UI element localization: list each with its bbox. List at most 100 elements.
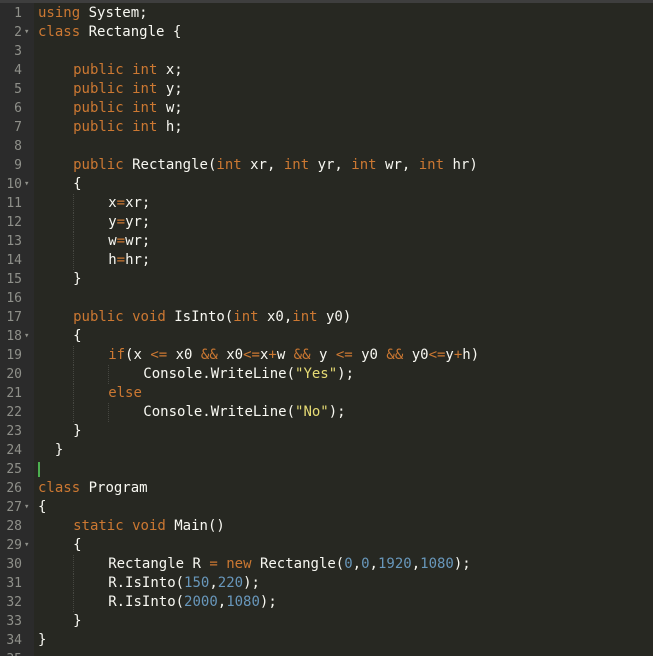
fold-arrow-icon[interactable]: ▾ xyxy=(24,175,32,194)
fold-arrow-icon[interactable]: ▾ xyxy=(24,23,32,42)
code-line[interactable]: 14 h=hr; xyxy=(0,251,653,270)
code-token: && xyxy=(200,347,218,363)
code-line[interactable]: 1 using System; xyxy=(0,4,653,23)
code-token: public xyxy=(73,119,124,135)
code-token: class xyxy=(38,24,81,40)
code-text: { xyxy=(73,175,81,194)
code-line[interactable]: 31 R.IsInto(150,220); xyxy=(0,574,653,593)
code-token: (x xyxy=(125,347,151,363)
code-line[interactable]: 28 static void Main() xyxy=(0,517,653,536)
code-line[interactable]: 7 public int h; xyxy=(0,118,653,137)
code-line[interactable]: 16 xyxy=(0,289,653,308)
code-token: + xyxy=(268,347,277,363)
code-text: public int w; xyxy=(73,99,183,118)
code-line[interactable]: 20 Console.WriteLine("Yes"); xyxy=(0,365,653,384)
code-line[interactable]: 11 x=xr; xyxy=(0,194,653,213)
code-token: Main() xyxy=(165,518,225,534)
code-line[interactable]: 35 xyxy=(0,650,653,656)
code-token: hr; xyxy=(125,252,151,268)
line-number: 21 xyxy=(6,386,22,401)
code-line[interactable]: 8 xyxy=(0,137,653,156)
code-line[interactable]: 4 public int x; xyxy=(0,61,653,80)
code-token: x0 xyxy=(167,347,201,363)
code-line[interactable]: 21 else xyxy=(0,384,653,403)
code-line[interactable]: 2 ▾ class Rectangle { xyxy=(0,23,653,42)
code-line[interactable]: 18 ▾ { xyxy=(0,327,653,346)
code-token: xr; xyxy=(125,195,151,211)
line-number: 13 xyxy=(6,234,22,249)
code-line[interactable]: 15} xyxy=(0,270,653,289)
code-token: = xyxy=(116,252,126,268)
code-line[interactable]: 32 R.IsInto(2000,1080); xyxy=(0,593,653,612)
code-token: } xyxy=(73,613,82,629)
code-token: void xyxy=(132,309,166,325)
code-line[interactable]: 22 Console.WriteLine("No"); xyxy=(0,403,653,422)
code-token: System; xyxy=(80,5,148,21)
code-token: y xyxy=(310,347,336,363)
code-line[interactable]: 12 y=yr; xyxy=(0,213,653,232)
code-line[interactable]: 5 public int y; xyxy=(0,80,653,99)
code-token: 0 xyxy=(361,556,370,572)
code-text: class Program xyxy=(38,479,148,498)
code-token: w xyxy=(108,233,117,249)
fold-arrow-icon[interactable]: ▾ xyxy=(24,536,32,555)
code-line[interactable]: 26 class Program xyxy=(0,479,653,498)
indent-guide xyxy=(73,213,75,232)
code-line[interactable]: 23} xyxy=(0,422,653,441)
code-token: ); xyxy=(328,404,346,420)
code-line[interactable]: 25 xyxy=(0,460,653,479)
line-number: 4 xyxy=(14,63,22,78)
line-number: 25 xyxy=(6,462,22,477)
code-token: int xyxy=(132,119,158,135)
code-line[interactable]: 24 } xyxy=(0,441,653,460)
code-line[interactable]: 3 xyxy=(0,42,653,61)
code-text: Console.WriteLine("Yes"); xyxy=(143,365,354,384)
code-text: { xyxy=(73,327,81,346)
code-token: int xyxy=(418,157,445,173)
code-token: public xyxy=(73,157,124,173)
code-token: , xyxy=(209,575,218,591)
fold-arrow-icon[interactable]: ▾ xyxy=(24,327,32,346)
code-line[interactable]: 30 Rectangle R = new Rectangle(0,0,1920,1… xyxy=(0,555,653,574)
code-line[interactable]: 34} xyxy=(0,631,653,650)
code-line[interactable]: 10 ▾ { xyxy=(0,175,653,194)
code-token: , xyxy=(369,556,378,572)
line-number: 34 xyxy=(6,633,22,648)
fold-arrow-icon[interactable]: ▾ xyxy=(24,498,32,517)
code-text: } xyxy=(73,612,81,631)
code-line[interactable]: 27 ▾ { xyxy=(0,498,653,517)
code-line[interactable]: 9 public Rectangle(int xr, int yr, int wr… xyxy=(0,156,653,175)
code-token: = xyxy=(116,214,126,230)
code-token: <= xyxy=(243,347,260,363)
code-line[interactable]: 33} xyxy=(0,612,653,631)
code-line[interactable]: 13 w=wr; xyxy=(0,232,653,251)
code-text: } xyxy=(73,422,81,441)
code-lines[interactable]: 1 using System; 2 ▾ class Rectangle {3 4 publi… xyxy=(0,4,653,656)
code-editor[interactable]: 1 using System; 2 ▾ class Rectangle {3 4 publi… xyxy=(0,0,653,656)
code-token: && xyxy=(293,347,311,363)
code-text: { xyxy=(73,536,81,555)
code-line[interactable]: 19 if(x <= x0 && x0<=x+w && y <= y0 && y0… xyxy=(0,346,653,365)
code-text: public int y; xyxy=(73,80,183,99)
line-number: 10 xyxy=(6,177,22,192)
code-line[interactable]: 6 public int w; xyxy=(0,99,653,118)
code-line[interactable]: 29 ▾ { xyxy=(0,536,653,555)
code-text: else xyxy=(108,384,142,403)
code-line[interactable]: 17 public void IsInto(int x0,int y0) xyxy=(0,308,653,327)
indent-guide xyxy=(73,574,75,593)
indent-guide xyxy=(73,251,75,270)
line-number: 35 xyxy=(0,650,22,656)
code-token: = xyxy=(116,195,126,211)
line-number: 24 xyxy=(6,443,22,458)
indent-guide xyxy=(73,384,75,403)
line-number: 31 xyxy=(6,576,22,591)
code-text: h=hr; xyxy=(108,251,150,270)
code-text: Console.WriteLine("No"); xyxy=(143,403,345,422)
code-token: R.IsInto( xyxy=(108,594,185,610)
code-token: y; xyxy=(157,81,183,97)
code-token: Program xyxy=(80,480,148,496)
code-token: } xyxy=(73,423,82,439)
code-token: } xyxy=(73,271,82,287)
code-token: int xyxy=(351,157,377,173)
